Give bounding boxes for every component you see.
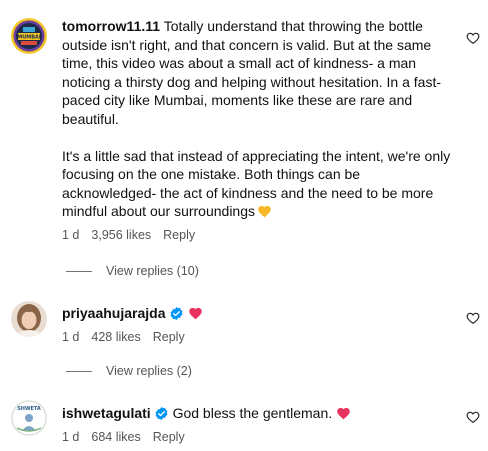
svg-text:SHWETA: SHWETA [17,406,41,412]
comment-time: 1 d [62,429,80,444]
view-replies-label: View replies (10) [106,264,199,278]
comment-time: 1 d [62,227,80,242]
verified-badge-icon [155,406,168,421]
avatar[interactable]: SHWETA [11,400,47,436]
comment-text: tomorrow11.11 Totally understand that th… [62,17,456,221]
comment-likes[interactable]: 428 likes [91,330,140,344]
verified-badge-icon [170,306,182,321]
comment-likes[interactable]: 684 likes [91,430,140,444]
red-heart-icon [337,407,350,420]
comment-text: priyaahujarajda [62,304,456,323]
red-heart-icon [188,307,202,320]
divider-line [66,370,92,372]
comment-text: ishwetagulati God bless the gentleman. [62,404,456,423]
like-heart-icon[interactable] [466,410,480,424]
reply-button[interactable]: Reply [153,330,185,344]
yellow-heart-icon [258,205,271,218]
comment-paragraph-1: Totally understand that throwing the bot… [62,18,442,127]
comment-meta: 1 d 684 likes Reply [62,430,456,444]
avatar[interactable] [11,301,47,337]
comment-body: God bless the gentleman. [172,405,333,421]
comment-username[interactable]: tomorrow11.11 [62,18,160,34]
divider-line [66,270,92,272]
comment-username[interactable]: ishwetagulati [62,405,151,421]
comment-time: 1 d [62,329,80,344]
view-replies-button[interactable]: View replies (2) [66,364,192,378]
like-heart-icon[interactable] [466,31,480,45]
comment-username[interactable]: priyaahujarajda [62,305,166,321]
comment-meta: 1 d 428 likes Reply [62,330,456,344]
reply-button[interactable]: Reply [153,430,185,444]
svg-text:MUMBAI: MUMBAI [17,35,41,41]
view-replies-label: View replies (2) [106,364,192,378]
reply-button[interactable]: Reply [163,228,195,242]
avatar[interactable]: MUMBAI [11,18,47,54]
comment-likes[interactable]: 3,956 likes [91,228,151,242]
like-heart-icon[interactable] [466,311,480,325]
view-replies-button[interactable]: View replies (10) [66,264,199,278]
comment-meta: 1 d 3,956 likes Reply [62,228,456,242]
